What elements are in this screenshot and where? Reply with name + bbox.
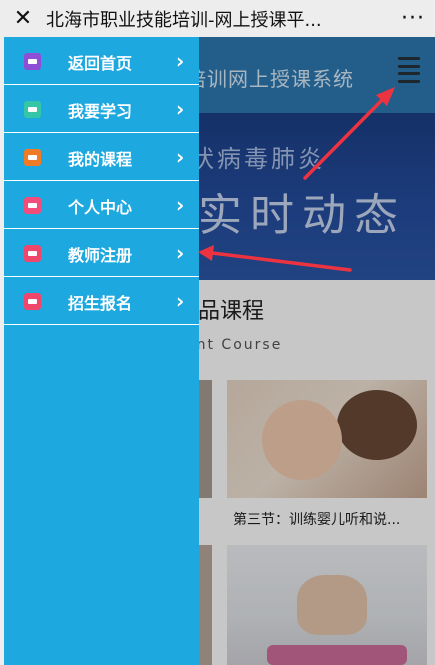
menu-item-label: 个人中心 (68, 198, 133, 217)
course-icon (24, 149, 41, 166)
menu-item-study[interactable]: 我要学习 › (4, 85, 199, 133)
teacher-register-icon (24, 245, 41, 262)
page-title: 北海市职业技能培训-网上授课平... (46, 9, 322, 31)
chevron-right-icon: › (176, 97, 185, 121)
chevron-right-icon: › (176, 193, 185, 217)
menu-item-label: 返回首页 (68, 54, 133, 73)
chevron-right-icon: › (176, 241, 185, 265)
menu-item-teacher-register[interactable]: 教师注册 › (4, 229, 199, 277)
close-icon[interactable]: ✕ (10, 6, 36, 31)
menu-item-label: 我要学习 (68, 102, 133, 121)
chevron-right-icon: › (176, 289, 185, 313)
enrollment-icon (24, 293, 41, 310)
home-icon (24, 53, 41, 70)
menu-item-enrollment[interactable]: 招生报名 › (4, 277, 199, 325)
profile-icon (24, 197, 41, 214)
chevron-right-icon: › (176, 145, 185, 169)
side-drawer-menu: 返回首页 › 我要学习 › 我的课程 › 个人中心 › 教师注册 › 招生报名 … (0, 37, 199, 665)
menu-item-home[interactable]: 返回首页 › (4, 37, 199, 85)
more-options-icon[interactable]: ··· (397, 6, 425, 31)
menu-item-profile[interactable]: 个人中心 › (4, 181, 199, 229)
chevron-right-icon: › (176, 49, 185, 73)
menu-item-label: 我的课程 (68, 150, 133, 169)
study-icon (24, 101, 41, 118)
menu-item-label: 教师注册 (68, 246, 133, 265)
menu-item-my-courses[interactable]: 我的课程 › (4, 133, 199, 181)
top-navigation-bar: ✕ 北海市职业技能培训-网上授课平... ··· (0, 0, 435, 37)
menu-item-label: 招生报名 (68, 294, 133, 313)
